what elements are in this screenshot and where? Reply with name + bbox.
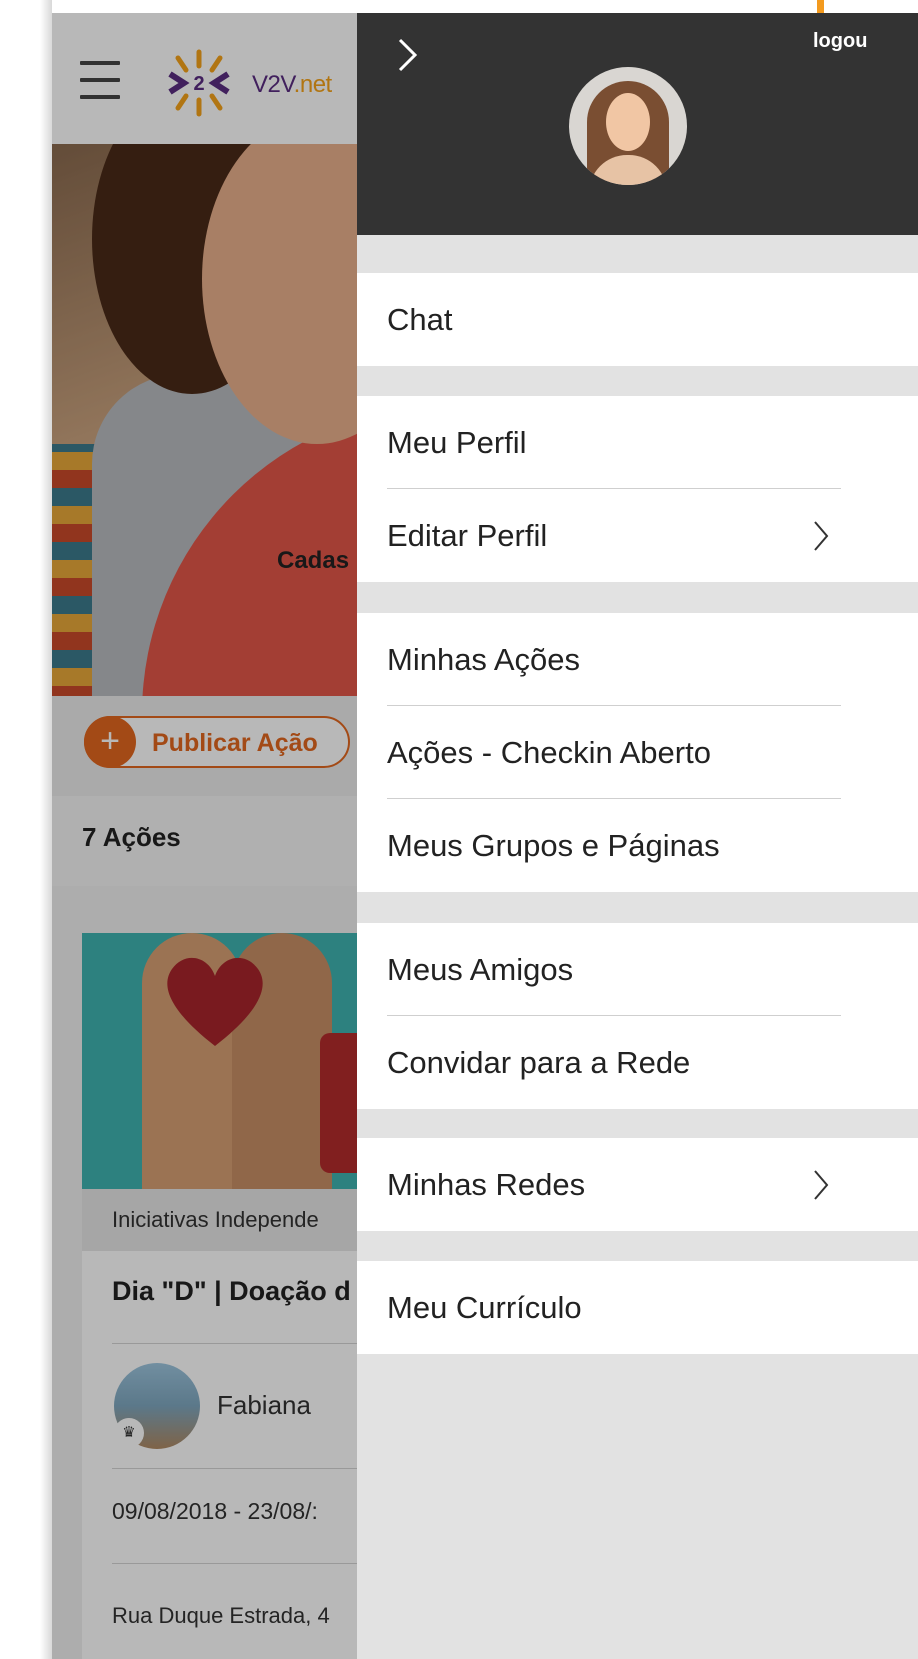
menu-group: Meu Currículo (357, 1261, 918, 1354)
menu-item-label: Meus Amigos (387, 952, 574, 987)
menu-item-meus-grupos-e-paginas[interactable]: Meus Grupos e Páginas (357, 799, 918, 892)
menu-item-chat[interactable]: Chat (357, 273, 918, 366)
menu-item-meu-curriculo[interactable]: Meu Currículo (357, 1261, 918, 1354)
menu-group: Meus Amigos Convidar para a Rede (357, 923, 918, 1109)
menu-group: Chat (357, 273, 918, 366)
profile-avatar[interactable] (569, 67, 687, 185)
menu-group: Meu Perfil Editar Perfil (357, 396, 918, 582)
drawer-header: logou (357, 13, 918, 235)
menu-group: Minhas Redes (357, 1138, 918, 1231)
menu-item-meus-amigos[interactable]: Meus Amigos (357, 923, 918, 1016)
menu-item-label: Editar Perfil (387, 518, 548, 553)
menu-item-label: Minhas Ações (387, 642, 580, 677)
menu-item-acoes-checkin-aberto[interactable]: Ações - Checkin Aberto (357, 706, 918, 799)
menu-item-label: Ações - Checkin Aberto (387, 735, 711, 770)
close-drawer-chevron-icon[interactable] (395, 37, 421, 73)
menu-item-label: Meus Grupos e Páginas (387, 828, 720, 863)
menu-group: Minhas Ações Ações - Checkin Aberto Meus G… (357, 613, 918, 892)
menu-item-editar-perfil[interactable]: Editar Perfil (357, 489, 918, 582)
status-marker (817, 0, 824, 13)
logout-link[interactable]: logou (813, 30, 867, 53)
menu-item-label: Convidar para a Rede (387, 1045, 691, 1080)
menu-item-label: Minhas Redes (387, 1167, 586, 1202)
window-edge (0, 0, 52, 1659)
menu-item-label: Meu Perfil (387, 425, 527, 460)
chevron-right-icon (814, 1170, 829, 1200)
menu-item-minhas-acoes[interactable]: Minhas Ações (357, 613, 918, 706)
menu-item-meu-perfil[interactable]: Meu Perfil (357, 396, 918, 489)
chevron-right-icon (814, 521, 829, 551)
menu-item-label: Meu Currículo (387, 1290, 582, 1325)
menu-item-label: Chat (387, 302, 453, 337)
side-drawer: logou Chat Meu Perfil Editar Perfil Minhas … (357, 13, 918, 1659)
menu-item-convidar-para-a-rede[interactable]: Convidar para a Rede (357, 1016, 918, 1109)
menu-item-minhas-redes[interactable]: Minhas Redes (357, 1138, 918, 1231)
